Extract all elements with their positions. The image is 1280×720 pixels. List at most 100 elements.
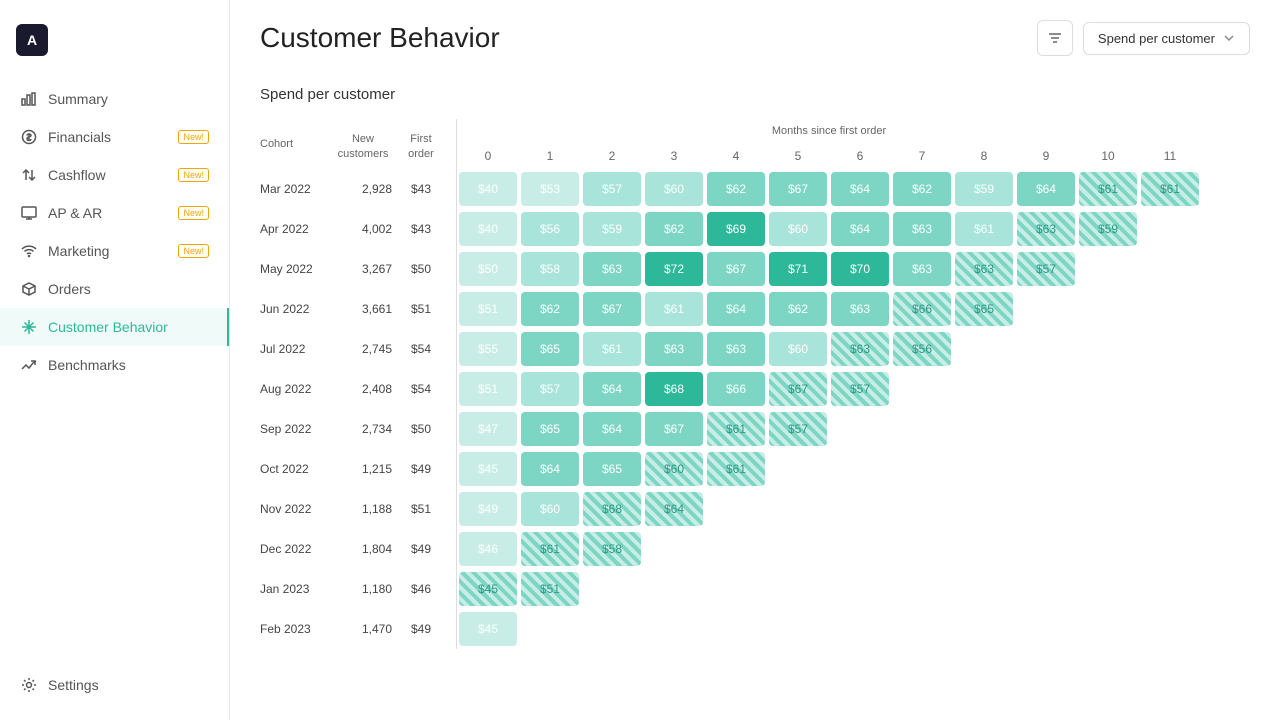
cohort-cell — [1139, 249, 1201, 289]
cohort-cell — [767, 449, 829, 489]
cohort-cell: $64 — [829, 169, 891, 209]
cohort-cell — [1139, 329, 1201, 369]
cohort-cell — [767, 489, 829, 529]
new-badge: New! — [178, 206, 209, 220]
cohort-cell — [1077, 489, 1139, 529]
sidebar-item-label: Summary — [48, 91, 108, 107]
sidebar-item-apar[interactable]: AP & AR New! — [0, 194, 229, 232]
cohort-cell: $67 — [767, 169, 829, 209]
cohort-cell: $63 — [891, 209, 953, 249]
cohort-cell: $61 — [1139, 169, 1201, 209]
cohort-cell: $46 — [457, 529, 520, 569]
cohort-cell — [1015, 329, 1077, 369]
dollar-circle-icon — [20, 128, 38, 146]
cohort-cell: $63 — [705, 329, 767, 369]
cohort-cell: $47 — [457, 409, 520, 449]
cohort-cell — [705, 529, 767, 569]
cohort-cell — [1015, 289, 1077, 329]
first-order-value: $51 — [394, 489, 448, 529]
first-order-value: $49 — [394, 529, 448, 569]
cohort-cell: $61 — [705, 409, 767, 449]
section-title: Spend per customer — [260, 86, 1250, 103]
filter-button[interactable] — [1037, 20, 1073, 56]
cohort-cell: $51 — [457, 369, 520, 409]
cohort-cell: $59 — [581, 209, 643, 249]
cohort-cell — [705, 609, 767, 649]
cohort-cell — [953, 409, 1015, 449]
cohort-cell: $64 — [1015, 169, 1077, 209]
arrows-icon — [20, 166, 38, 184]
cohort-cell: $60 — [519, 489, 581, 529]
table-row: Mar 20222,928$43$40$53$57$60$62$67$64$62… — [260, 169, 1201, 209]
cohort-cell — [1015, 449, 1077, 489]
cohort-cell — [643, 609, 705, 649]
table-row: Dec 20221,804$49$46$61$58 — [260, 529, 1201, 569]
cohort-cell: $65 — [519, 329, 581, 369]
new-customers-value: 4,002 — [332, 209, 394, 249]
month-header-5: 5 — [767, 143, 829, 169]
cohort-cell: $63 — [829, 289, 891, 329]
cohort-cell — [829, 609, 891, 649]
month-header-9: 9 — [1015, 143, 1077, 169]
cohort-cell — [953, 609, 1015, 649]
cohort-cell — [1015, 529, 1077, 569]
cohort-cell: $67 — [705, 249, 767, 289]
cohort-cell: $68 — [581, 489, 643, 529]
cohort-cell — [643, 569, 705, 609]
first-order-value: $50 — [394, 409, 448, 449]
cohort-label: Sep 2022 — [260, 409, 332, 449]
cohort-cell — [1139, 569, 1201, 609]
cohort-label: May 2022 — [260, 249, 332, 289]
cohort-table: Cohort Newcustomers Firstorder Months si… — [260, 119, 1201, 649]
cohort-cell: $60 — [643, 449, 705, 489]
cohort-cell — [1077, 449, 1139, 489]
first-order-value: $50 — [394, 249, 448, 289]
new-customers-value: 2,734 — [332, 409, 394, 449]
cohort-label: Mar 2022 — [260, 169, 332, 209]
cohort-cell — [1015, 489, 1077, 529]
cohort-cell: $64 — [643, 489, 705, 529]
cohort-label: Feb 2023 — [260, 609, 332, 649]
cohort-cell — [519, 609, 581, 649]
cohort-cell: $61 — [581, 329, 643, 369]
dropdown-label: Spend per customer — [1098, 31, 1215, 46]
sidebar-item-customer-behavior[interactable]: Customer Behavior — [0, 308, 229, 346]
cohort-label: Jun 2022 — [260, 289, 332, 329]
table-row: Feb 20231,470$49$45 — [260, 609, 1201, 649]
sidebar-item-settings[interactable]: Settings — [0, 666, 229, 704]
app-logo: A — [16, 24, 48, 56]
gear-icon — [20, 676, 38, 694]
cohort-cell: $58 — [581, 529, 643, 569]
sidebar-item-marketing[interactable]: Marketing New! — [0, 232, 229, 270]
months-header: Months since first order — [457, 119, 1202, 143]
sidebar-item-summary[interactable]: Summary — [0, 80, 229, 118]
new-badge: New! — [178, 244, 209, 258]
cohort-cell — [829, 529, 891, 569]
month-header-6: 6 — [829, 143, 891, 169]
table-row: Nov 20221,188$51$49$60$68$64 — [260, 489, 1201, 529]
sidebar-item-benchmarks[interactable]: Benchmarks — [0, 346, 229, 384]
sidebar-item-financials[interactable]: Financials New! — [0, 118, 229, 156]
cohort-cell: $59 — [1077, 209, 1139, 249]
cohort-cell — [1139, 289, 1201, 329]
col-header-first: Firstorder — [394, 119, 448, 169]
cohort-cell: $50 — [457, 249, 520, 289]
table-row: May 20223,267$50$50$58$63$72$67$71$70$63… — [260, 249, 1201, 289]
sidebar-item-label: Orders — [48, 281, 91, 297]
cohort-cell — [1077, 609, 1139, 649]
cohort-cell: $65 — [581, 449, 643, 489]
month-header-3: 3 — [643, 143, 705, 169]
first-order-value: $43 — [394, 169, 448, 209]
month-header-8: 8 — [953, 143, 1015, 169]
cohort-cell: $40 — [457, 169, 520, 209]
metric-dropdown[interactable]: Spend per customer — [1083, 22, 1250, 55]
new-customers-value: 1,180 — [332, 569, 394, 609]
month-header-4: 4 — [705, 143, 767, 169]
sidebar-item-label: Financials — [48, 129, 111, 145]
cohort-cell — [891, 489, 953, 529]
sidebar-item-orders[interactable]: Orders — [0, 270, 229, 308]
cohort-cell: $64 — [705, 289, 767, 329]
sidebar-item-cashflow[interactable]: Cashflow New! — [0, 156, 229, 194]
table-row: Aug 20222,408$54$51$57$64$68$66$67$57 — [260, 369, 1201, 409]
month-header-10: 10 — [1077, 143, 1139, 169]
